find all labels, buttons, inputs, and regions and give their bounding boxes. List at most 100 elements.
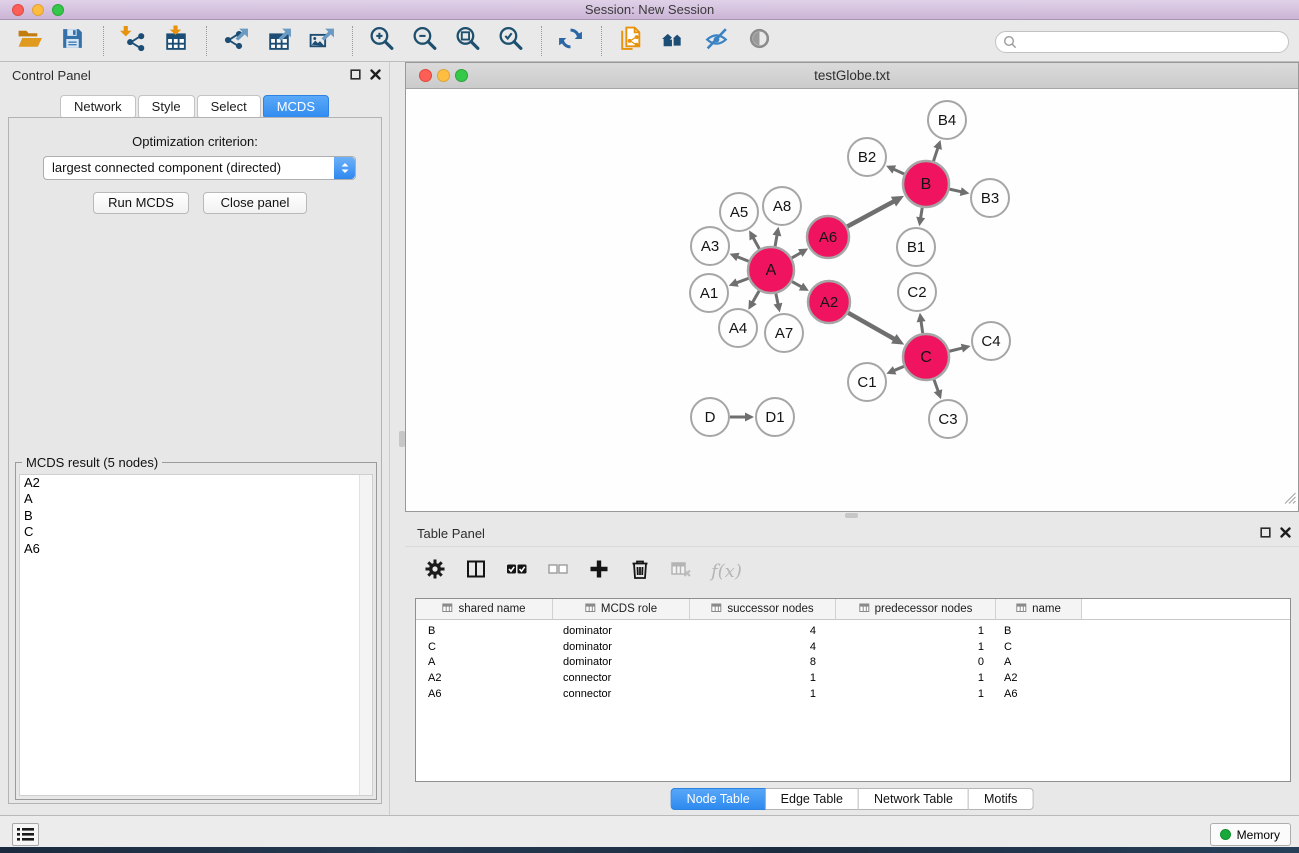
close-table-panel-icon[interactable] (1280, 527, 1291, 538)
zoom-selected-button[interactable] (493, 25, 527, 57)
refresh-button[interactable] (553, 25, 587, 57)
float-table-panel-icon[interactable] (1260, 527, 1271, 538)
table-tabs: Node TableEdge TableNetwork TableMotifs (671, 788, 1034, 810)
select-all-button[interactable] (504, 559, 530, 585)
trash-button[interactable] (627, 559, 653, 585)
first-neighbors-button[interactable] (656, 25, 690, 57)
tab-network[interactable]: Network (60, 95, 136, 119)
toolbar-separator (103, 26, 104, 56)
memory-button[interactable]: Memory (1210, 823, 1291, 846)
graph-node-B1[interactable]: B1 (897, 228, 935, 266)
graph-node-A7[interactable]: A7 (765, 314, 803, 352)
export-image-button[interactable] (304, 25, 338, 57)
close-window-button[interactable] (12, 4, 24, 16)
result-list-item[interactable]: A (20, 491, 372, 507)
graph-node-A2[interactable]: A2 (808, 281, 850, 323)
save-button[interactable] (55, 25, 89, 57)
tab-style[interactable]: Style (138, 95, 195, 119)
tab-motifs[interactable]: Motifs (969, 788, 1033, 810)
search-input[interactable] (1018, 33, 1288, 51)
hide-selected-button[interactable] (699, 25, 733, 57)
network-view-window: testGlobe.txt A A1 A2 A3 A4 A5 A6 A7 A8 B B1 B2 B3 B4… (405, 62, 1299, 512)
result-list-item[interactable]: A6 (20, 541, 372, 557)
horizontal-splitter-handle[interactable] (845, 513, 858, 518)
graph-node-A1[interactable]: A1 (690, 274, 728, 312)
column-header-MCDS-role[interactable]: MCDS role (553, 599, 690, 619)
graph-node-A5[interactable]: A5 (720, 193, 758, 231)
graph-node-D[interactable]: D (691, 398, 729, 436)
column-header-shared-name[interactable]: shared name (416, 599, 553, 619)
import-table-button[interactable] (158, 25, 192, 57)
show-hidden-button[interactable] (742, 25, 776, 57)
control-panel-title: Control Panel (12, 68, 91, 83)
graph-node-D1[interactable]: D1 (756, 398, 794, 436)
graph-node-A[interactable]: A (748, 247, 794, 293)
add-button[interactable] (586, 559, 612, 585)
criterion-dropdown[interactable]: largest connected component (directed) (43, 156, 356, 180)
graph-node-A8[interactable]: A8 (763, 187, 801, 225)
minimize-window-button[interactable] (32, 4, 44, 16)
new-network-from-selection-button[interactable] (613, 25, 647, 57)
float-panel-icon[interactable] (350, 69, 361, 80)
table-cell: A2 (416, 672, 553, 684)
network-maximize-button[interactable] (455, 69, 468, 82)
deselect-all-button[interactable] (545, 559, 571, 585)
task-history-button[interactable] (12, 823, 39, 846)
run-mcds-button[interactable]: Run MCDS (93, 192, 189, 214)
maximize-window-button[interactable] (52, 4, 64, 16)
zoom-in-icon (368, 25, 395, 57)
search-field[interactable] (995, 31, 1289, 53)
graph-node-A3[interactable]: A3 (691, 227, 729, 265)
mcds-result-list[interactable]: A2ABCA6 (19, 474, 373, 796)
table-row[interactable]: Adominator80A (416, 654, 1290, 670)
export-table-button[interactable] (261, 25, 295, 57)
result-list-item[interactable]: B (20, 508, 372, 524)
graph-node-C3[interactable]: C3 (929, 400, 967, 438)
graph-node-B4[interactable]: B4 (928, 101, 966, 139)
network-close-button[interactable] (419, 69, 432, 82)
graph-node-C[interactable]: C (903, 334, 949, 380)
resize-grip-icon[interactable] (1283, 491, 1297, 510)
result-list-item[interactable]: A2 (20, 475, 372, 491)
tab-network-table[interactable]: Network Table (859, 788, 969, 810)
function-builder-button[interactable]: f(x) (709, 561, 742, 582)
result-scrollbar[interactable] (359, 475, 372, 795)
zoom-in-button[interactable] (364, 25, 398, 57)
network-minimize-button[interactable] (437, 69, 450, 82)
network-canvas[interactable]: A A1 A2 A3 A4 A5 A6 A7 A8 B B1 B2 B3 B4 C C1 C2 C3 C4 D D1 (406, 89, 1298, 511)
graph-node-B3[interactable]: B3 (971, 179, 1009, 217)
graph-node-B2[interactable]: B2 (848, 138, 886, 176)
zoom-out-button[interactable] (407, 25, 441, 57)
graph-node-C4[interactable]: C4 (972, 322, 1010, 360)
tab-mcds[interactable]: MCDS (263, 95, 329, 119)
close-panel-button[interactable]: Close panel (203, 192, 307, 214)
tab-edge-table[interactable]: Edge Table (766, 788, 859, 810)
table-row[interactable]: Cdominator41C (416, 639, 1290, 655)
column-header-predecessor-nodes[interactable]: predecessor nodes (836, 599, 996, 619)
import-network-button[interactable] (115, 25, 149, 57)
graph-node-C1[interactable]: C1 (848, 363, 886, 401)
gear-button[interactable] (422, 559, 448, 585)
network-window-titlebar[interactable]: testGlobe.txt (406, 63, 1298, 89)
graph-node-B[interactable]: B (903, 161, 949, 207)
columns-button[interactable] (463, 559, 489, 585)
graph-node-A6[interactable]: A6 (807, 216, 849, 258)
table-row[interactable]: Bdominator41B (416, 623, 1290, 639)
export-network-button[interactable] (218, 25, 252, 57)
graph-node-C2[interactable]: C2 (898, 273, 936, 311)
delete-table-button[interactable] (668, 559, 694, 585)
table-row[interactable]: A2connector11A2 (416, 670, 1290, 686)
table-row[interactable]: A6connector11A6 (416, 686, 1290, 702)
result-list-item[interactable]: C (20, 524, 372, 540)
tab-select[interactable]: Select (197, 95, 261, 119)
vertical-splitter-handle[interactable] (399, 431, 405, 447)
zoom-fit-button[interactable] (450, 25, 484, 57)
column-header-successor-nodes[interactable]: successor nodes (690, 599, 836, 619)
svg-text:C2: C2 (907, 284, 926, 301)
close-panel-icon[interactable] (370, 69, 381, 80)
column-header-name[interactable]: name (996, 599, 1082, 619)
graph-node-A4[interactable]: A4 (719, 309, 757, 347)
svg-text:C4: C4 (981, 333, 1000, 350)
tab-node-table[interactable]: Node Table (671, 788, 766, 810)
open-button[interactable] (12, 25, 46, 57)
